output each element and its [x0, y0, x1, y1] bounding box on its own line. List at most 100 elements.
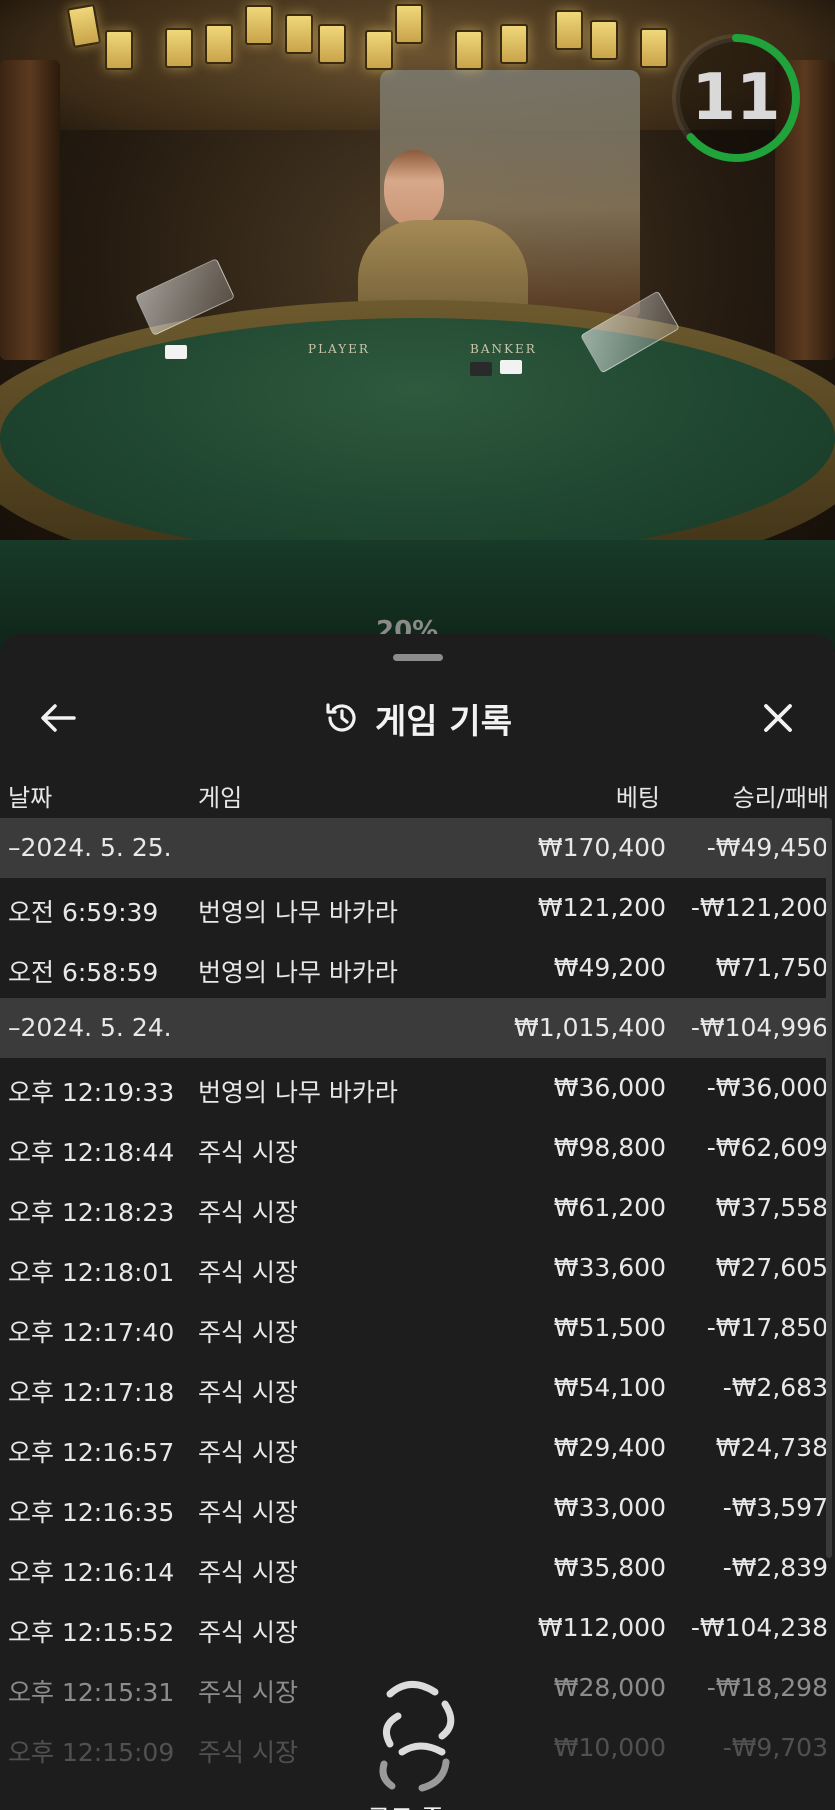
group-result-total: -₩104,996 — [690, 1013, 828, 1042]
table-row: 오전 6:59:39 번영의 나무 바카라 ₩121,200 -₩121,200 — [0, 878, 828, 938]
row-time: 오후 12:15:09 — [8, 1738, 175, 1767]
back-button[interactable] — [30, 690, 86, 746]
row-time: 오후 12:17:40 — [8, 1318, 175, 1347]
countdown-timer: 11 — [668, 30, 804, 166]
row-time: 오후 12:16:35 — [8, 1498, 175, 1527]
gold-lantern — [245, 5, 273, 45]
row-result: ₩37,558 — [715, 1193, 828, 1222]
table-row: 오후 12:15:52 주식 시장 ₩112,000 -₩104,238 — [0, 1598, 828, 1658]
gold-lantern — [365, 30, 393, 70]
row-bet: ₩121,200 — [537, 893, 666, 922]
game-history-sheet: 게임 기록 날짜 게임 베팅 승리/패배 –2024. 5. 25. ₩170,4… — [0, 634, 835, 1810]
timer-value: 11 — [691, 61, 781, 135]
row-time: 오후 12:18:01 — [8, 1258, 175, 1287]
gold-lantern — [105, 30, 133, 70]
felt-label-banker: BANKER — [470, 342, 537, 356]
row-game: 주식 시장 — [198, 1438, 298, 1467]
table-felt — [0, 318, 835, 558]
row-result: -₩62,609 — [706, 1133, 828, 1162]
row-game: 주식 시장 — [198, 1258, 298, 1287]
row-time: 오후 12:15:31 — [8, 1678, 175, 1707]
row-result: -₩2,683 — [722, 1373, 828, 1402]
row-result: -₩3,597 — [722, 1493, 828, 1522]
table-row: 오후 12:17:40 주식 시장 ₩51,500 -₩17,850 — [0, 1298, 828, 1358]
group-bet-total: ₩170,400 — [537, 833, 666, 862]
close-icon — [764, 704, 792, 732]
group-result-total: -₩49,450 — [706, 833, 828, 862]
dealer-head — [384, 150, 444, 226]
row-time: 오후 12:19:33 — [8, 1078, 175, 1107]
row-bet: ₩112,000 — [537, 1613, 666, 1642]
sheet-header: 게임 기록 — [0, 674, 835, 756]
history-table: –2024. 5. 25. ₩170,400 -₩49,450 오전 6:59:39 번… — [0, 818, 828, 1778]
row-game: 번영의 나무 바카라 — [198, 1078, 398, 1107]
row-game: 주식 시장 — [198, 1498, 298, 1527]
live-game-video: PLAYER BANKER 11 20% — [0, 0, 835, 650]
row-game: 주식 시장 — [198, 1558, 298, 1587]
group-date: –2024. 5. 25. — [8, 833, 172, 862]
date-group-row[interactable]: –2024. 5. 24. ₩1,015,400 -₩104,996 — [0, 998, 828, 1058]
row-bet: ₩35,800 — [553, 1553, 666, 1582]
row-game: 주식 시장 — [198, 1618, 298, 1647]
row-game: 번영의 나무 바카라 — [198, 898, 398, 927]
row-bet: ₩36,000 — [553, 1073, 666, 1102]
row-result: -₩104,238 — [690, 1613, 828, 1642]
row-result: -₩36,000 — [706, 1073, 828, 1102]
row-result: ₩27,605 — [715, 1253, 828, 1282]
gold-lantern — [455, 30, 483, 70]
table-row: 오후 12:16:35 주식 시장 ₩33,000 -₩3,597 — [0, 1478, 828, 1538]
row-result: -₩2,839 — [722, 1553, 828, 1582]
close-button[interactable] — [750, 690, 806, 746]
row-result: ₩24,738 — [715, 1433, 828, 1462]
card-stack — [165, 345, 187, 359]
table-row: 오후 12:19:33 번영의 나무 바카라 ₩36,000 -₩36,000 — [0, 1058, 828, 1118]
gold-lantern — [318, 24, 346, 64]
sheet-drag-handle[interactable] — [393, 654, 443, 661]
table-row: 오후 12:17:18 주식 시장 ₩54,100 -₩2,683 — [0, 1358, 828, 1418]
column-header-result: 승리/패배 — [732, 784, 829, 812]
row-game: 주식 시장 — [198, 1378, 298, 1407]
row-bet: ₩28,000 — [553, 1673, 666, 1702]
group-date: –2024. 5. 24. — [8, 1013, 172, 1042]
dealt-card — [500, 360, 522, 374]
table-header: 날짜 게임 베팅 승리/패배 — [0, 768, 835, 818]
row-time: 오후 12:16:57 — [8, 1438, 175, 1467]
history-clock-icon — [323, 699, 361, 737]
row-game: 주식 시장 — [198, 1678, 298, 1707]
table-row: 오후 12:18:23 주식 시장 ₩61,200 ₩37,558 — [0, 1178, 828, 1238]
column-header-game: 게임 — [198, 784, 243, 812]
group-bet-total: ₩1,015,400 — [514, 1013, 666, 1042]
gold-lantern — [205, 24, 233, 64]
gold-lantern — [590, 20, 618, 60]
loading-text: 로드 중... — [340, 1799, 495, 1810]
gold-lantern — [395, 4, 423, 44]
table-row: 오후 12:16:14 주식 시장 ₩35,800 -₩2,839 — [0, 1538, 828, 1598]
row-time: 오후 12:16:14 — [8, 1558, 175, 1587]
row-game: 주식 시장 — [198, 1738, 298, 1767]
row-result: -₩17,850 — [706, 1313, 828, 1342]
row-time: 오후 12:18:44 — [8, 1138, 175, 1167]
dealt-card — [470, 362, 492, 376]
row-time: 오전 6:59:39 — [8, 898, 159, 927]
gold-lantern — [555, 10, 583, 50]
table-row: 오전 6:58:59 번영의 나무 바카라 ₩49,200 ₩71,750 — [0, 938, 828, 998]
date-group-row[interactable]: –2024. 5. 25. ₩170,400 -₩49,450 — [0, 818, 828, 878]
row-game: 주식 시장 — [198, 1318, 298, 1347]
row-bet: ₩33,600 — [553, 1253, 666, 1282]
gold-lantern — [165, 28, 193, 68]
scrollbar[interactable] — [826, 818, 832, 1558]
row-result: -₩18,298 — [706, 1673, 828, 1702]
table-row: 오후 12:16:57 주식 시장 ₩29,400 ₩24,738 — [0, 1418, 828, 1478]
table-row: 오후 12:15:31 주식 시장 ₩28,000 -₩18,298 — [0, 1658, 828, 1718]
row-time: 오후 12:17:18 — [8, 1378, 175, 1407]
table-row: 오후 12:15:09 주식 시장 ₩10,000 -₩9,703 — [0, 1718, 828, 1778]
row-time: 오전 6:58:59 — [8, 958, 159, 987]
gold-lantern — [285, 14, 313, 54]
row-time: 오후 12:18:23 — [8, 1198, 175, 1227]
row-bet: ₩49,200 — [553, 953, 666, 982]
row-bet: ₩33,000 — [553, 1493, 666, 1522]
row-bet: ₩10,000 — [553, 1733, 666, 1762]
row-result: -₩9,703 — [722, 1733, 828, 1762]
row-result: ₩71,750 — [715, 953, 828, 982]
gold-lantern — [640, 28, 668, 68]
